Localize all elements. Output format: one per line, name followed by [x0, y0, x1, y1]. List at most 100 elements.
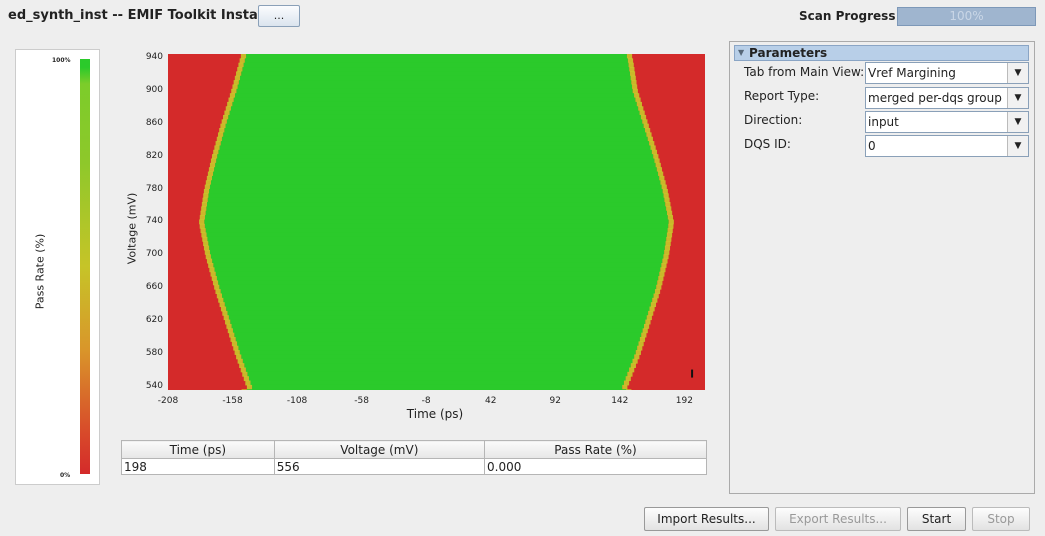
heatmap-edge-cell — [661, 184, 667, 190]
heatmap-edge-cell — [666, 210, 673, 216]
more-button[interactable]: ... — [258, 5, 300, 27]
col-time: Time (ps) — [121, 440, 275, 459]
selected-value: input — [868, 115, 899, 129]
heatmap-edge-cell — [664, 249, 670, 255]
heatmap-pass-cell — [250, 380, 624, 386]
heatmap-edge-cell — [219, 128, 225, 133]
col-pass-rate: Pass Rate (%) — [484, 440, 707, 459]
heatmap-edge-cell — [650, 145, 656, 151]
heatmap-edge-cell — [666, 206, 672, 212]
heatmap-pass-cell — [214, 267, 661, 273]
dqs-id-select[interactable]: 0 ▼ — [865, 135, 1029, 157]
heatmap-pass-cell — [212, 175, 660, 181]
report-type-select[interactable]: merged per-dqs group ▼ — [865, 87, 1029, 109]
y-tick-label: 740 — [145, 216, 163, 227]
heatmap-edge-cell — [651, 149, 658, 155]
heatmap-pass-cell — [243, 62, 629, 68]
heatmap-edge-cell — [209, 162, 216, 168]
heatmap-edge-cell — [233, 80, 239, 85]
stop-button[interactable]: Stop — [972, 507, 1030, 531]
heatmap-edge-cell — [206, 258, 213, 264]
y-tick-label: 780 — [145, 183, 163, 194]
export-results-button[interactable]: Export Results... — [775, 507, 901, 531]
x-tick-label: -208 — [157, 396, 179, 406]
heatmap-pass-cell — [239, 350, 636, 355]
heatmap-edge-cell — [627, 58, 634, 64]
heatmap-pass-cell — [238, 345, 638, 351]
instance-title: ed_synth_inst -- EMIF Toolkit Instance — [8, 8, 284, 23]
heatmap-edge-cell — [220, 123, 226, 129]
chevron-down-icon[interactable]: ▼ — [1007, 112, 1028, 132]
heatmap-pass-cell — [232, 101, 637, 107]
heatmap-edge-cell — [642, 119, 648, 125]
heatmap-edge-cell — [227, 101, 233, 107]
heatmap-pass-cell — [206, 232, 667, 238]
heatmap-edge-cell — [239, 363, 245, 368]
heatmap-edge-cell — [653, 154, 659, 159]
heatmap-pass-cell — [247, 371, 628, 377]
heatmap-pass-cell — [206, 206, 667, 212]
heatmap-pass-cell — [213, 171, 659, 177]
start-button[interactable]: Start — [907, 507, 966, 531]
heatmap-edge-cell — [627, 371, 633, 377]
heatmap-pass-cell — [242, 67, 630, 72]
heatmap-edge-cell — [632, 358, 638, 364]
col-voltage: Voltage (mV) — [273, 440, 486, 459]
selected-value: 0 — [868, 139, 876, 153]
heatmap-plot[interactable] — [168, 54, 705, 390]
heatmap-edge-cell — [647, 136, 653, 142]
collapse-triangle-icon: ▼ — [738, 48, 745, 57]
heatmap-edge-cell — [236, 71, 242, 77]
heatmap-edge-cell — [203, 241, 209, 247]
heatmap-pass-cell — [212, 258, 663, 264]
x-tick-label: -158 — [222, 396, 243, 406]
heatmap-edge-cell — [207, 171, 214, 177]
heatmap-edge-cell — [640, 114, 647, 120]
heatmap-edge-cell — [215, 141, 221, 146]
heatmap-pass-cell — [248, 376, 626, 382]
heatmap-edge-cell — [229, 332, 235, 338]
tab-from-main-view-select[interactable]: Vref Margining ▼ — [865, 62, 1029, 84]
heatmap-pass-cell — [220, 141, 650, 146]
heatmap-edge-cell — [237, 358, 243, 364]
heatmap-edge-cell — [229, 93, 236, 99]
cell-time: 198 — [121, 458, 275, 475]
import-results-button[interactable]: Import Results... — [644, 507, 769, 531]
heatmap-edge-cell — [210, 271, 216, 277]
heatmap-pass-cell — [237, 341, 639, 347]
heatmap-edge-cell — [233, 345, 239, 351]
cursor-marker — [691, 369, 694, 378]
legend-gradient-bar — [80, 59, 90, 474]
heatmap-pass-cell — [225, 123, 644, 129]
heatmap-edge-cell — [659, 271, 665, 277]
heatmap-edge-cell — [205, 254, 211, 260]
heatmap-edge-cell — [231, 341, 238, 347]
chevron-down-icon[interactable]: ▼ — [1007, 88, 1028, 108]
heatmap-pass-cell — [221, 136, 648, 142]
heatmap-edge-cell — [231, 88, 237, 94]
heatmap-pass-cell — [241, 354, 635, 360]
heatmap-pass-cell — [214, 167, 657, 173]
heatmap-edge-cell — [222, 310, 228, 316]
heatmap-pass-cell — [231, 323, 645, 329]
heatmap-edge-cell — [625, 376, 631, 382]
chevron-down-icon[interactable]: ▼ — [1007, 136, 1028, 156]
heatmap-edge-cell — [210, 158, 217, 164]
heatmap-edge-cell — [205, 180, 211, 186]
heatmap-pass-cell — [219, 145, 651, 151]
heatmap-edge-cell — [236, 354, 242, 360]
heatmap-edge-cell — [225, 319, 231, 325]
y-tick-label: 900 — [145, 84, 163, 95]
y-tick-label: 940 — [145, 52, 163, 63]
direction-select[interactable]: input ▼ — [865, 111, 1029, 133]
heatmap-edge-cell — [653, 293, 659, 299]
chevron-down-icon[interactable]: ▼ — [1007, 63, 1028, 83]
heatmap-pass-cell — [228, 315, 647, 321]
heatmap-edge-cell — [622, 384, 628, 390]
heatmap-edge-cell — [630, 363, 636, 368]
heatmap-edge-cell — [652, 297, 658, 303]
parameters-header[interactable]: ▼ Parameters — [734, 45, 1029, 61]
heatmap-edge-cell — [656, 167, 663, 173]
heatmap-edge-cell — [213, 149, 219, 155]
heatmap-edge-cell — [238, 62, 244, 68]
